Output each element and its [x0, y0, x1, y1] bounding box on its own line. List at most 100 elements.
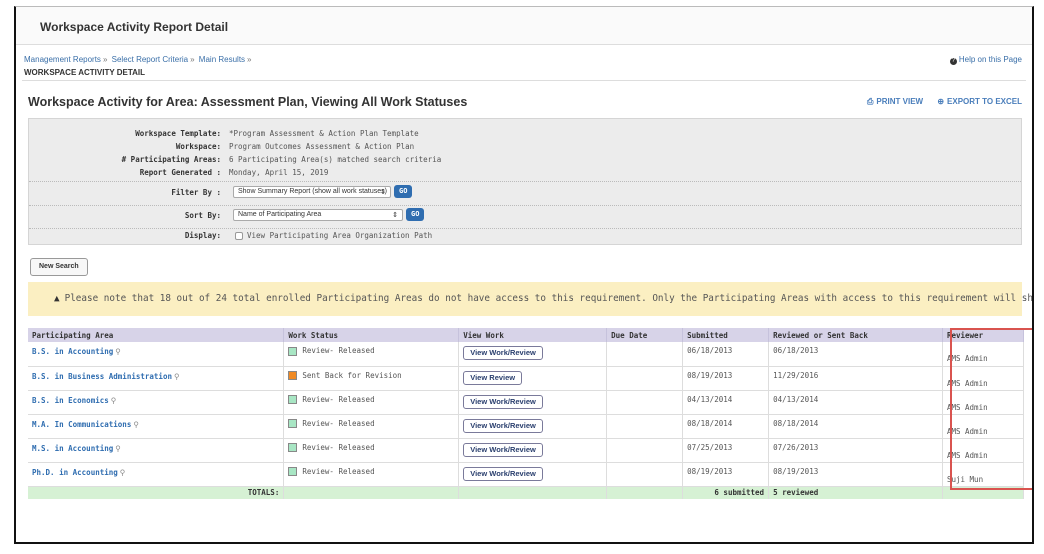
- view-cell: View Work/Review: [458, 390, 608, 415]
- totals-label: TOTALS:: [28, 486, 285, 499]
- view-work-review-button[interactable]: View Work/Review: [463, 394, 543, 409]
- breadcrumb-management-reports[interactable]: Management Reports: [24, 55, 101, 64]
- page-title: Workspace Activity for Area: Assessment …: [28, 95, 468, 109]
- area-cell[interactable]: B.S. in Accounting ⚲: [28, 342, 285, 367]
- totals-empty: [458, 486, 608, 499]
- header-divider: [22, 80, 1026, 81]
- export-excel-button[interactable]: ⊕ EXPORT TO EXCEL: [937, 97, 1022, 106]
- reviewed-cell: 08/18/2014: [768, 414, 943, 439]
- area-cell[interactable]: Ph.D. in Accounting ⚲: [28, 462, 285, 487]
- breadcrumb-select-report-criteria[interactable]: Select Report Criteria: [112, 55, 188, 64]
- status-text: Sent Back for Revision: [302, 370, 402, 380]
- print-view-button[interactable]: ⎙ PRINT VIEW: [867, 97, 923, 106]
- col-header-view[interactable]: View Work: [458, 328, 608, 342]
- report-actions: ⎙ PRINT VIEW ⊕ EXPORT TO EXCEL: [855, 97, 1022, 107]
- reviewer-cell: AMS Admin: [942, 342, 1025, 367]
- area-link[interactable]: B.S. in Accounting: [32, 347, 113, 356]
- app-header: Workspace Activity Report Detail: [16, 7, 1032, 45]
- sort-go-button[interactable]: GO: [406, 208, 425, 221]
- filter-go-button[interactable]: GO: [394, 185, 413, 198]
- sort-label: Sort By:: [184, 211, 221, 220]
- status-cell: Review- Released: [283, 462, 460, 487]
- export-excel-label: EXPORT TO EXCEL: [947, 97, 1022, 106]
- reviewer-cell: AMS Admin: [942, 366, 1025, 391]
- new-search-button[interactable]: New Search: [30, 258, 88, 276]
- status-text: Review- Released: [302, 466, 375, 476]
- areas-value: 6 Participating Area(s) matched search c…: [229, 155, 442, 164]
- generated-value: Monday, April 15, 2019: [229, 168, 329, 177]
- view-cell: View Work/Review: [458, 342, 608, 367]
- magnifier-icon[interactable]: ⚲: [115, 444, 121, 453]
- print-view-label: PRINT VIEW: [876, 97, 924, 106]
- submitted-cell: 04/13/2014: [682, 390, 770, 415]
- due-cell: [606, 414, 684, 439]
- reviewer-cell: AMS Admin: [942, 414, 1025, 439]
- reviewer-cell: AMS Admin: [942, 390, 1025, 415]
- breadcrumb: Management Reports » Select Report Criter…: [24, 55, 254, 77]
- submitted-cell: 08/18/2014: [682, 414, 770, 439]
- view-work-review-button[interactable]: View Work/Review: [463, 418, 543, 433]
- due-cell: [606, 462, 684, 487]
- area-link[interactable]: B.S. in Business Administration: [32, 372, 172, 381]
- submitted-cell: 08/19/2013: [682, 462, 770, 487]
- view-work-review-button[interactable]: View Work/Review: [463, 466, 543, 481]
- area-link[interactable]: M.A. In Communications: [32, 420, 131, 429]
- view-work-review-button[interactable]: View Work/Review: [463, 442, 543, 457]
- report-window: Workspace Activity Report Detail Managem…: [14, 6, 1034, 544]
- submitted-cell: 06/18/2013: [682, 342, 770, 367]
- help-icon: ?: [949, 58, 957, 65]
- magnifier-icon[interactable]: ⚲: [174, 372, 180, 381]
- totals-submitted: 6 submitted: [682, 486, 770, 499]
- warning-icon: ▲: [54, 293, 60, 304]
- area-link[interactable]: B.S. in Economics: [32, 396, 109, 405]
- totals-row: TOTALS: 6 submitted 5 reviewed: [28, 486, 1025, 499]
- area-link[interactable]: M.S. in Accounting: [32, 444, 113, 453]
- filter-label: Filter By :: [171, 188, 221, 197]
- col-header-status[interactable]: Work Status: [283, 328, 460, 342]
- filter-select-value: Show Summary Report (show all work statu…: [238, 187, 387, 195]
- sort-select[interactable]: Name of Participating Area ⇕: [233, 208, 403, 221]
- due-cell: [606, 342, 684, 367]
- magnifier-icon[interactable]: ⚲: [111, 396, 117, 405]
- view-cell: View Review: [458, 366, 608, 391]
- display-option: View Participating Area Organization Pat…: [235, 231, 432, 240]
- col-header-reviewer[interactable]: Reviewer: [942, 328, 1025, 342]
- breadcrumb-current: WORKSPACE ACTIVITY DETAIL: [24, 68, 146, 77]
- table-row: M.A. In Communications ⚲ Review- Released…: [28, 414, 1025, 439]
- breadcrumb-main-results[interactable]: Main Results: [199, 55, 245, 64]
- reviewer-cell: Suji Mun: [942, 462, 1025, 487]
- due-cell: [606, 438, 684, 463]
- magnifier-icon[interactable]: ⚲: [115, 347, 121, 356]
- reviewed-cell: 04/13/2014: [768, 390, 943, 415]
- select-arrow-icon: ⇕: [392, 211, 398, 219]
- view-work-review-button[interactable]: View Work/Review: [463, 346, 543, 360]
- breadcrumb-separator: »: [190, 55, 195, 64]
- access-notice: ▲ Please note that 18 out of 24 total enr…: [28, 282, 1032, 316]
- area-link[interactable]: Ph.D. in Accounting: [32, 468, 118, 477]
- area-cell[interactable]: M.S. in Accounting ⚲: [28, 438, 285, 463]
- area-cell[interactable]: B.S. in Business Administration ⚲: [28, 366, 285, 391]
- status-swatch: [288, 443, 298, 452]
- magnifier-icon[interactable]: ⚲: [120, 468, 126, 477]
- due-cell: [606, 390, 684, 415]
- select-arrow-icon: ⇕: [380, 188, 386, 196]
- status-swatch: [288, 371, 298, 380]
- col-header-due[interactable]: Due Date: [606, 328, 684, 342]
- status-text: Review- Released: [302, 346, 375, 355]
- col-header-area[interactable]: Participating Area: [28, 328, 285, 342]
- col-header-reviewed[interactable]: Reviewed or Sent Back: [768, 328, 943, 342]
- report-criteria-panel: Workspace Template: *Program Assessment …: [28, 118, 1022, 245]
- area-cell[interactable]: B.S. in Economics ⚲: [28, 390, 285, 415]
- filter-select[interactable]: Show Summary Report (show all work statu…: [233, 185, 391, 198]
- magnifier-icon[interactable]: ⚲: [133, 420, 139, 429]
- view-cell: View Work/Review: [458, 438, 608, 463]
- reviewed-cell: 08/19/2013: [768, 462, 943, 487]
- table-row: B.S. in Accounting ⚲ Review- Released Vie…: [28, 342, 1025, 367]
- help-link[interactable]: ? Help on this Page: [949, 55, 1022, 65]
- display-option-label: View Participating Area Organization Pat…: [247, 231, 433, 240]
- activity-table: Participating Area Work Status View Work…: [28, 328, 1025, 499]
- org-path-checkbox[interactable]: [235, 232, 243, 240]
- view-review-button[interactable]: View Review: [463, 370, 523, 385]
- area-cell[interactable]: M.A. In Communications ⚲: [28, 414, 285, 439]
- col-header-submitted[interactable]: Submitted: [682, 328, 770, 342]
